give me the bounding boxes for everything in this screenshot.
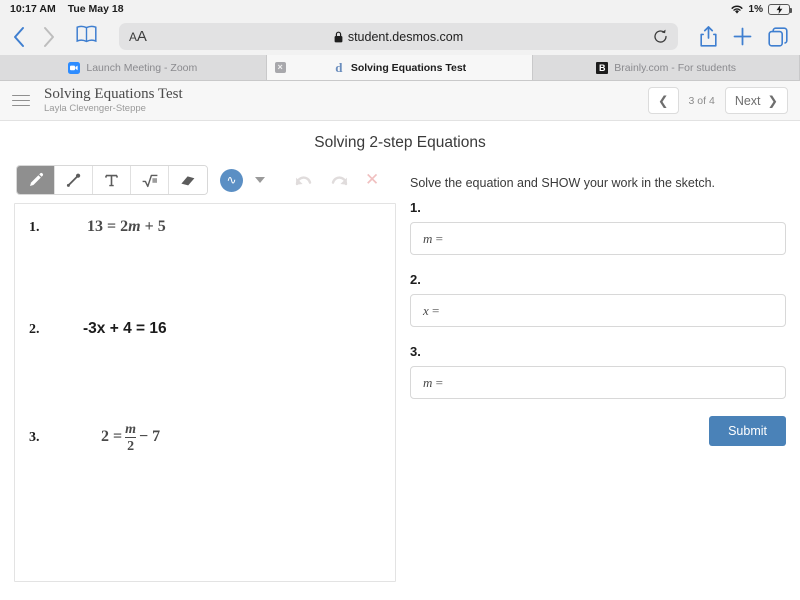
status-bar-left: 10:17 AM Tue May 18	[10, 3, 124, 15]
line-tool-button[interactable]	[55, 166, 93, 194]
sketch-panel: ∿ ✕ 1. 13 = 2m + 5 2. -3x + 4 = 16 3. 2 …	[14, 162, 396, 582]
submit-button[interactable]: Submit	[709, 416, 786, 446]
wifi-icon	[730, 5, 743, 14]
screen-counter: 3 of 4	[688, 94, 715, 107]
equation-number: 1.	[29, 220, 40, 235]
activity-pager: ❮ 3 of 4 Next ❯	[648, 87, 788, 114]
question-2-label: 2.	[410, 272, 421, 287]
next-screen-button[interactable]: Next ❯	[724, 87, 788, 114]
status-bar-right: 1%	[730, 3, 793, 15]
questions-panel: Solve the equation and SHOW your work in…	[410, 162, 786, 582]
browser-toolbar: AA student.desmos.com	[0, 18, 800, 55]
chevron-down-icon[interactable]	[255, 177, 265, 183]
browser-tab-title: Solving Equations Test	[350, 61, 467, 74]
sketch-equation-3: 3. 2 = m 2− 7	[29, 422, 161, 455]
equation-number: 3.	[29, 430, 40, 446]
status-time: 10:17 AM	[10, 3, 56, 15]
browser-tab-title: Launch Meeting - Zoom	[86, 61, 198, 74]
question-prompt: Solve the equation and SHOW your work in…	[410, 176, 716, 190]
previous-screen-button[interactable]: ❮	[648, 87, 679, 114]
answer-input-3[interactable]: m =	[410, 366, 786, 399]
math-tool-button[interactable]	[131, 166, 169, 194]
equation-number: 2.	[29, 322, 40, 337]
eraser-tool-button[interactable]	[169, 166, 207, 194]
browser-tab-2[interactable]: B Brainly.com - For students	[533, 55, 800, 80]
sketch-toolbar: ∿ ✕	[14, 162, 396, 203]
undo-button[interactable]	[295, 173, 313, 187]
equation-expression: 2 = m 2− 7	[101, 422, 161, 455]
activity-title: Solving Equations Test	[44, 86, 183, 102]
sketch-equation-2: 2. -3x + 4 = 16	[29, 320, 167, 338]
fraction-numerator: m	[125, 422, 137, 437]
close-icon[interactable]: ×	[274, 62, 286, 73]
url-bar[interactable]: AA student.desmos.com	[119, 23, 678, 50]
lock-icon	[334, 31, 343, 42]
battery-charging-icon	[768, 3, 793, 15]
browser-tab-0[interactable]: Launch Meeting - Zoom	[0, 55, 267, 80]
pen-color-badge[interactable]: ∿	[220, 168, 243, 192]
fraction-denominator: 2	[125, 437, 137, 454]
share-button[interactable]	[700, 26, 717, 47]
sketch-equation-1: 1. 13 = 2m + 5	[29, 218, 166, 236]
question-1-label: 1.	[410, 200, 421, 215]
answer-prefix: m =	[423, 230, 443, 246]
brainly-favicon-icon: B	[596, 61, 609, 74]
equation-expression: 13 = 2m + 5	[87, 218, 166, 235]
back-button[interactable]	[12, 26, 26, 48]
url-text-group: student.desmos.com	[119, 30, 678, 44]
activity-title-group: Solving Equations Test Layla Clevenger-S…	[44, 86, 183, 115]
answer-input-2[interactable]: x =	[410, 294, 786, 327]
answer-prefix: x =	[423, 302, 440, 318]
clear-sketch-button[interactable]: ✕	[365, 170, 379, 190]
tabs-overview-button[interactable]	[768, 26, 788, 47]
text-size-button[interactable]: AA	[129, 28, 147, 45]
history-controls: ✕	[295, 170, 379, 190]
equation-expression: -3x + 4 = 16	[83, 320, 167, 337]
chevron-right-icon: ❯	[767, 94, 778, 108]
new-tab-button[interactable]	[733, 27, 752, 46]
reload-button[interactable]	[653, 29, 668, 44]
redo-button[interactable]	[330, 173, 348, 187]
activity-body: ∿ ✕ 1. 13 = 2m + 5 2. -3x + 4 = 16 3. 2 …	[0, 162, 800, 582]
answer-prefix: m =	[423, 374, 443, 390]
next-label: Next	[734, 93, 761, 108]
forward-button[interactable]	[42, 26, 56, 48]
fraction: m2	[125, 422, 137, 454]
url-text: student.desmos.com	[347, 29, 464, 44]
desmos-favicon-icon: d	[335, 59, 343, 75]
hamburger-menu-icon[interactable]	[12, 94, 30, 107]
screen-title: Solving 2-step Equations	[314, 134, 486, 151]
bookmarks-button[interactable]	[76, 25, 97, 48]
status-date: Tue May 18	[67, 3, 124, 15]
text-tool-button[interactable]	[93, 166, 131, 194]
activity-header: Solving Equations Test Layla Clevenger-S…	[0, 81, 800, 121]
tool-group	[16, 165, 208, 195]
zoom-favicon-icon	[68, 61, 81, 74]
sketch-canvas[interactable]: 1. 13 = 2m + 5 2. -3x + 4 = 16 3. 2 = m 2−…	[14, 203, 396, 582]
activity-author: Layla Clevenger-Steppe	[44, 103, 146, 114]
browser-tab-title: Brainly.com - For students	[614, 61, 737, 74]
pencil-tool-button[interactable]	[17, 166, 55, 194]
ios-status-bar: 10:17 AM Tue May 18 1%	[0, 0, 800, 18]
browser-tab-strip: Launch Meeting - Zoom × d Solving Equati…	[0, 55, 800, 81]
answer-input-1[interactable]: m =	[410, 222, 786, 255]
submit-row: Submit	[410, 416, 786, 446]
browser-tab-1[interactable]: × d Solving Equations Test	[266, 55, 534, 80]
battery-percent: 1%	[748, 3, 763, 15]
question-3-label: 3.	[410, 344, 421, 359]
